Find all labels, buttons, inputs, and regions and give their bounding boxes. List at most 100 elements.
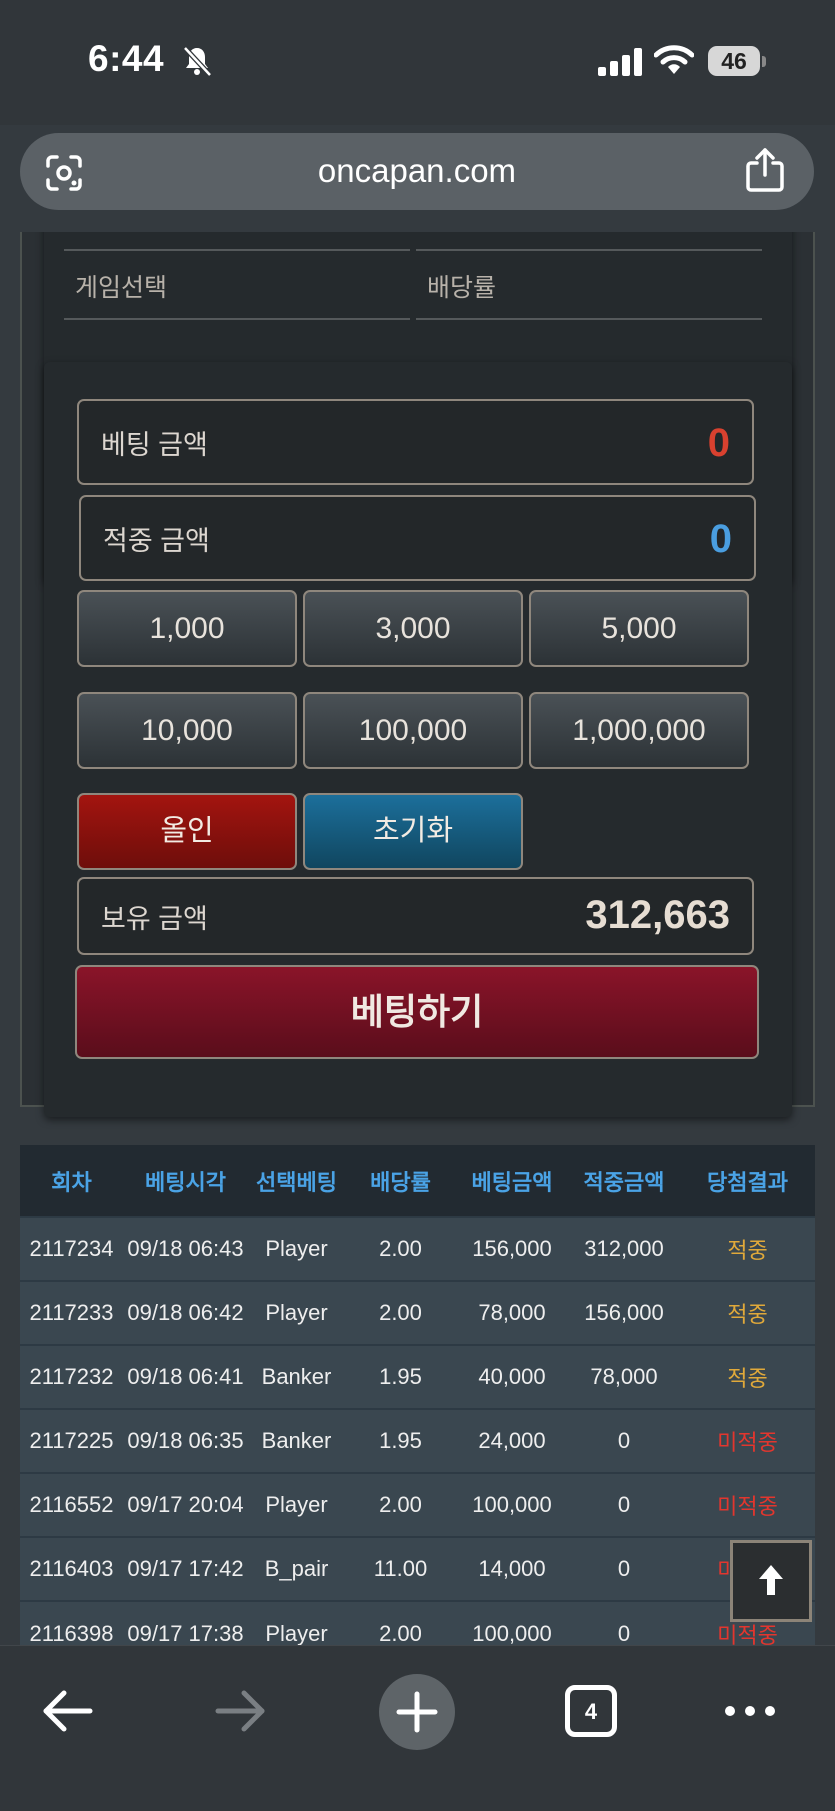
- win-amount-label: 적중 금액: [103, 526, 210, 556]
- back-arrow-icon[interactable]: [40, 1689, 94, 1733]
- selection-cell: Player: [265, 1236, 328, 1261]
- browser-toolbar: 4: [0, 1645, 835, 1811]
- forward-arrow-icon[interactable]: [214, 1689, 268, 1733]
- win-amount-value: 0: [709, 517, 732, 561]
- clock: 6:44: [88, 38, 165, 79]
- bet-time-cell: 09/18 06:41: [127, 1364, 244, 1389]
- url-text[interactable]: oncapan.com: [20, 152, 814, 190]
- table-row: 2117234 09/18 06:43 Player 2.00 156,000 …: [20, 1217, 815, 1281]
- bet-time-cell: 09/17 17:38: [127, 1620, 244, 1646]
- battery-level: 46: [721, 48, 747, 74]
- column-header: 선택베팅: [256, 1169, 337, 1195]
- bet-time-cell: 09/18 06:43: [127, 1236, 244, 1261]
- divider: [64, 318, 410, 320]
- bet-amount-cell: 24,000: [478, 1428, 546, 1453]
- selection-cell: Banker: [261, 1364, 332, 1389]
- balance-label: 보유 금액: [101, 904, 208, 934]
- all-in-button[interactable]: 올인: [77, 793, 297, 870]
- tab-count: 4: [584, 1699, 598, 1724]
- selection-cell: Player: [265, 1620, 328, 1646]
- selection-cell: B_pair: [264, 1556, 329, 1581]
- round-cell: 2116403: [29, 1556, 114, 1581]
- bet-amount-cell: 14,000: [478, 1556, 546, 1581]
- odds-cell: 11.00: [373, 1556, 428, 1581]
- round-cell: 2117234: [29, 1236, 114, 1261]
- result-cell: 미적중: [717, 1430, 778, 1455]
- chip-button-3000[interactable]: 3,000: [303, 590, 523, 667]
- table-header-row: 회차 베팅시각 선택베팅 배당률 베팅금액 적중금액 당첨결과: [20, 1145, 815, 1217]
- selection-cell: Player: [265, 1492, 328, 1517]
- chip-button-10000[interactable]: 10,000: [77, 692, 297, 769]
- round-cell: 2117225: [29, 1428, 114, 1453]
- result-cell: 적중: [727, 1366, 768, 1391]
- odds-cell: 2.00: [379, 1492, 422, 1517]
- bet-history-table: 회차 베팅시각 선택베팅 배당률 베팅금액 적중금액 당첨결과 2117234 …: [20, 1145, 815, 1645]
- result-cell: 적중: [727, 1302, 768, 1327]
- odds-cell: 1.95: [379, 1364, 422, 1389]
- bet-amount-cell: 78,000: [478, 1300, 546, 1325]
- table-row: 2117225 09/18 06:35 Banker 1.95 24,000 0…: [20, 1409, 815, 1473]
- bell-muted-icon: [183, 46, 212, 77]
- win-amount-cell: 78,000: [590, 1364, 658, 1389]
- win-amount-field: 적중 금액 0: [79, 495, 756, 581]
- bet-time-cell: 09/17 20:04: [127, 1492, 244, 1517]
- tab-switcher-button[interactable]: 4: [565, 1685, 617, 1737]
- bet-amount-cell: 100,000: [472, 1492, 552, 1517]
- odds-cell: 2.00: [379, 1300, 422, 1325]
- battery-icon: 46: [708, 46, 766, 76]
- cellular-signal-icon: [598, 48, 642, 76]
- status-bar: 6:44 46: [0, 0, 835, 125]
- chip-button-1000[interactable]: 1,000: [77, 590, 297, 667]
- win-amount-cell: 0: [617, 1620, 631, 1646]
- divider: [416, 249, 762, 251]
- balance-field: 보유 금액 312,663: [77, 877, 754, 955]
- odds-cell: 2.00: [379, 1620, 422, 1646]
- column-header: 베팅금액: [471, 1169, 553, 1195]
- result-cell: 적중: [727, 1238, 768, 1263]
- place-bet-button[interactable]: 베팅하기: [75, 965, 759, 1059]
- round-cell: 2116552: [29, 1492, 114, 1517]
- chip-button-100000[interactable]: 100,000: [303, 692, 523, 769]
- win-amount-cell: 0: [617, 1428, 631, 1453]
- win-amount-cell: 156,000: [584, 1300, 664, 1325]
- bet-amount-field: 베팅 금액 0: [77, 399, 754, 485]
- divider: [64, 249, 410, 251]
- plus-icon: [396, 1691, 438, 1733]
- odds-cell: 2.00: [379, 1236, 422, 1261]
- selection-cell: Player: [265, 1300, 328, 1325]
- table-row: 2117232 09/18 06:41 Banker 1.95 40,000 7…: [20, 1345, 815, 1409]
- column-header: 베팅시각: [145, 1169, 226, 1195]
- column-header: 당첨결과: [707, 1169, 788, 1195]
- wifi-icon: [654, 45, 694, 74]
- odds-cell: 1.95: [379, 1428, 422, 1453]
- share-icon[interactable]: [744, 147, 786, 193]
- arrow-up-icon: [759, 1565, 783, 1595]
- bet-amount-cell: 100,000: [472, 1620, 552, 1646]
- round-cell: 2117232: [29, 1364, 114, 1389]
- bet-time-cell: 09/18 06:35: [127, 1428, 244, 1453]
- selection-cell: Banker: [261, 1428, 332, 1453]
- bet-amount-label: 베팅 금액: [101, 430, 208, 460]
- game-select-label[interactable]: 게임선택: [75, 268, 167, 304]
- win-amount-cell: 312,000: [584, 1236, 664, 1261]
- odds-label: 배당률: [427, 274, 497, 302]
- bet-time-cell: 09/18 06:42: [127, 1300, 244, 1325]
- address-bar[interactable]: oncapan.com: [20, 133, 814, 210]
- divider: [416, 318, 762, 320]
- win-amount-cell: 0: [617, 1556, 631, 1581]
- scroll-to-top-button[interactable]: [730, 1540, 812, 1622]
- table-row: 2116552 09/17 20:04 Player 2.00 100,000 …: [20, 1473, 815, 1537]
- bet-time-cell: 09/17 17:42: [127, 1556, 244, 1581]
- table-row: 2116403 09/17 17:42 B_pair 11.00 14,000 …: [20, 1537, 815, 1601]
- bet-amount-cell: 156,000: [472, 1236, 552, 1261]
- column-header: 적중금액: [583, 1169, 665, 1195]
- chip-button-1000000[interactable]: 1,000,000: [529, 692, 749, 769]
- table-row: 2117233 09/18 06:42 Player 2.00 78,000 1…: [20, 1281, 815, 1345]
- more-menu-icon[interactable]: [722, 1701, 778, 1721]
- new-tab-button[interactable]: [379, 1674, 455, 1750]
- chip-button-5000[interactable]: 5,000: [529, 590, 749, 667]
- bet-amount-value: 0: [707, 421, 730, 465]
- reset-button[interactable]: 초기화: [303, 793, 523, 870]
- balance-value: 312,663: [585, 893, 730, 937]
- round-cell: 2116398: [29, 1620, 114, 1646]
